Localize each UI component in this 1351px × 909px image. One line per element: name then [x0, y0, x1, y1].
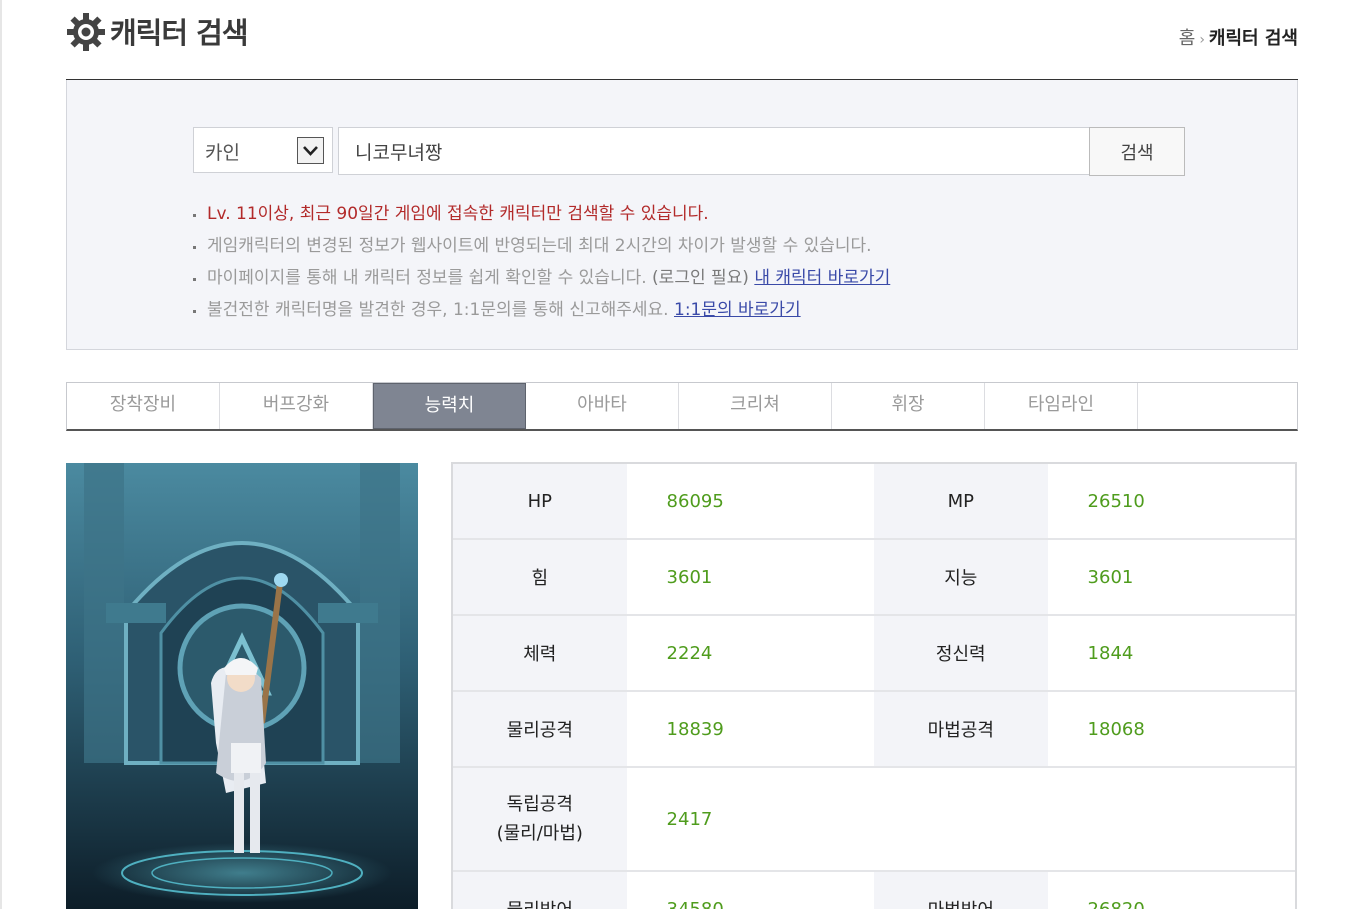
breadcrumb-separator-icon: ›	[1199, 32, 1205, 48]
tab-avatar[interactable]: 아바타	[526, 383, 679, 429]
stat-label-str: 힘	[453, 540, 627, 614]
notice-item: 불건전한 캐릭터명을 발견한 경우, 1:1문의를 통해 신고해주세요. 1:1…	[193, 296, 890, 328]
notice-list: Lv. 11이상, 최근 90일간 게임에 접속한 캐릭터만 검색할 수 있습니…	[193, 200, 890, 328]
server-select-value: 카인	[205, 142, 240, 164]
page-left-rule	[0, 0, 2, 909]
stats-row: 독립공격 (물리/마법) 2417	[453, 768, 1295, 872]
stat-value-mp: 26510	[1047, 464, 1295, 538]
gear-icon	[67, 13, 105, 51]
notice-text: 게임캐릭터의 변경된 정보가 웹사이트에 반영되는데 최대 2시간의 차이가 발…	[207, 236, 872, 256]
stat-value-hp: 86095	[626, 464, 874, 538]
tab-timeline[interactable]: 타임라인	[985, 383, 1138, 429]
chevron-down-icon[interactable]	[297, 137, 324, 164]
stat-label-ind-atk: 독립공격 (물리/마법)	[453, 768, 627, 870]
server-select[interactable]: 카인	[193, 127, 333, 173]
stats-row: HP 86095 MP 26510	[453, 464, 1295, 540]
stat-value-int: 3601	[1047, 540, 1295, 614]
stat-label-hp: HP	[453, 464, 627, 538]
stat-value-mag-atk: 18068	[1047, 692, 1295, 766]
tab-stats[interactable]: 능력치	[373, 383, 526, 429]
stats-row: 물리공격 18839 마법공격 18068	[453, 692, 1295, 768]
stats-row: 힘 3601 지능 3601	[453, 540, 1295, 616]
tab-creature[interactable]: 크리쳐	[679, 383, 832, 429]
page-title: 캐릭터 검색	[110, 16, 248, 50]
stat-label-empty	[874, 768, 1048, 870]
tab-emblem[interactable]: 휘장	[832, 383, 985, 429]
stat-value-phys-atk: 18839	[626, 692, 874, 766]
search-button[interactable]: 검색	[1089, 127, 1185, 176]
character-name-input[interactable]	[338, 127, 1090, 175]
login-required-text: (로그인 필요)	[652, 268, 749, 288]
stat-label-mag-def: 마법방어	[874, 872, 1048, 909]
stat-value-mag-def: 26820	[1047, 872, 1295, 909]
character-portrait	[66, 463, 418, 909]
stat-label-spr: 정신력	[874, 616, 1048, 690]
stat-label-vit: 체력	[453, 616, 627, 690]
search-panel: 카인 검색 Lv. 11이상, 최근 90일간 게임에 접속한 캐릭터만 검색할…	[66, 80, 1298, 350]
stat-label-phys-def: 물리방어	[453, 872, 627, 909]
stat-value-ind-atk: 2417	[626, 768, 874, 870]
stat-value-spr: 1844	[1047, 616, 1295, 690]
notice-text: 불건전한 캐릭터명을 발견한 경우, 1:1문의를 통해 신고해주세요.	[207, 300, 669, 320]
breadcrumb: 홈 › 캐릭터 검색	[1179, 24, 1298, 50]
stat-label-mag-atk: 마법공격	[874, 692, 1048, 766]
stat-value-str: 3601	[626, 540, 874, 614]
breadcrumb-current: 캐릭터 검색	[1208, 28, 1298, 49]
my-character-link[interactable]: 내 캐릭터 바로가기	[754, 268, 890, 288]
notice-text: 마이페이지를 통해 내 캐릭터 정보를 쉽게 확인할 수 있습니다.	[207, 268, 647, 288]
stat-label-phys-atk: 물리공격	[453, 692, 627, 766]
page-header: 캐릭터 검색 홈 › 캐릭터 검색	[66, 0, 1298, 80]
stat-label-int: 지능	[874, 540, 1048, 614]
notice-item: 게임캐릭터의 변경된 정보가 웹사이트에 반영되는데 최대 2시간의 차이가 발…	[193, 232, 890, 264]
notice-item: Lv. 11이상, 최근 90일간 게임에 접속한 캐릭터만 검색할 수 있습니…	[193, 200, 890, 232]
tab-equipment[interactable]: 장착장비	[67, 383, 220, 429]
inquiry-link[interactable]: 1:1문의 바로가기	[674, 300, 801, 320]
stats-row: 물리방어 34580 마법방어 26820	[453, 872, 1295, 909]
notice-item: 마이페이지를 통해 내 캐릭터 정보를 쉽게 확인할 수 있습니다. (로그인 …	[193, 264, 890, 296]
breadcrumb-home[interactable]: 홈	[1179, 28, 1196, 49]
stat-value-empty	[1047, 768, 1295, 870]
stat-value-vit: 2224	[626, 616, 874, 690]
stat-label-mp: MP	[874, 464, 1048, 538]
tab-buff[interactable]: 버프강화	[220, 383, 373, 429]
character-tabs: 장착장비 버프강화 능력치 아바타 크리쳐 휘장 타임라인	[66, 382, 1298, 431]
stats-row: 체력 2224 정신력 1844	[453, 616, 1295, 692]
stat-value-phys-def: 34580	[626, 872, 874, 909]
notice-text: Lv. 11이상, 최근 90일간 게임에 접속한 캐릭터만 검색할 수 있습니…	[207, 204, 709, 224]
stats-table: HP 86095 MP 26510 힘 3601 지능 3601 체력 2224…	[451, 462, 1297, 909]
